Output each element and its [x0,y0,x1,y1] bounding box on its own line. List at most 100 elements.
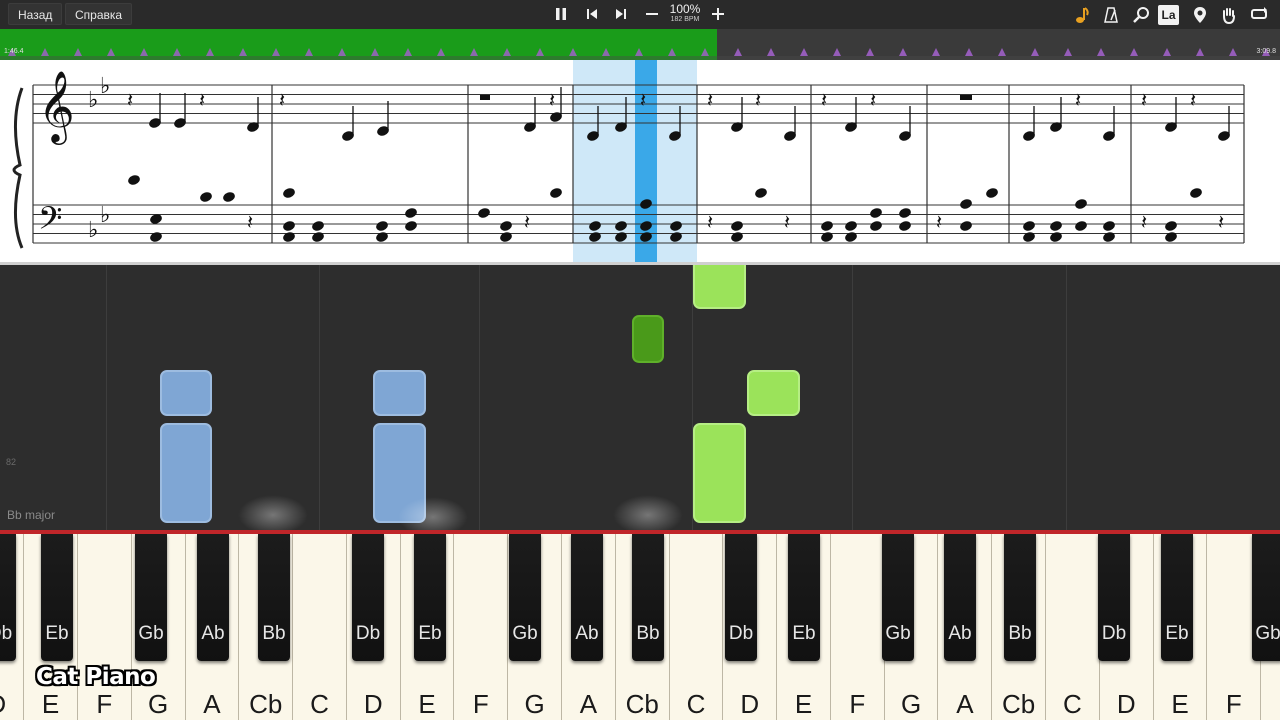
black-key[interactable]: Gb [509,534,541,661]
rest-symbol: 𝄽 [784,210,790,234]
white-key-label: F [849,689,866,719]
search-icon[interactable] [1130,4,1152,26]
timeline-marker [569,48,577,56]
timeline-marker [1163,48,1171,56]
black-key[interactable]: Bb [258,534,290,661]
tempo-decrease-icon[interactable] [641,4,663,26]
white-key[interactable]: F [77,534,132,720]
black-key[interactable]: Db [352,534,384,661]
note-head [1050,232,1062,242]
note-head [755,188,767,198]
black-key[interactable]: Db [725,534,757,661]
timeline-marker [437,48,445,56]
black-key[interactable]: Bb [632,534,664,661]
white-key-label: C [686,689,706,719]
rest-symbol: 𝄽 [870,88,876,112]
white-key-label: F [1225,689,1242,719]
white-key-label: Cb [1002,689,1036,719]
white-key-label: G [524,689,545,719]
black-key-label: Gb [885,623,911,644]
song-timeline[interactable]: 1:46.4 3:09.8 [0,29,1280,60]
note-head [821,232,833,242]
white-key[interactable]: F [454,534,509,720]
rest-symbol: 𝄽 [1218,210,1224,234]
black-key[interactable]: Eb [414,534,446,661]
note-head [150,232,162,242]
black-key[interactable]: Gb [135,534,167,661]
black-key[interactable]: Ab [197,534,229,661]
timeline-markers [0,48,1280,60]
back-button[interactable]: Назад [8,3,63,25]
skip-back-icon[interactable] [581,4,603,26]
music-note-icon[interactable] [1071,4,1093,26]
tempo-increase-icon[interactable] [707,4,729,26]
black-key[interactable]: Gb [882,534,914,661]
white-key[interactable]: F [830,534,885,720]
note-head [500,221,512,231]
timeline-marker [932,48,940,56]
skip-forward-icon[interactable] [610,4,632,26]
white-key[interactable]: C [669,534,724,720]
black-key[interactable]: Ab [944,534,976,661]
white-key-label: F [96,689,113,719]
white-key-label: C [1063,689,1082,719]
metronome-icon[interactable] [1100,4,1122,26]
key-press-glow [238,495,308,530]
loop-icon[interactable] [1248,4,1270,26]
black-key[interactable]: Bb [1004,534,1036,661]
timeline-marker [140,48,148,56]
location-pin-icon[interactable] [1189,4,1211,26]
black-key[interactable]: Eb [788,534,820,661]
piano-keyboard[interactable]: DEFGACbCDEFGACbCDEFGACbCDEFDbEbGbAbBbDbE… [0,530,1280,720]
timeline-marker [107,48,115,56]
timeline-marker [1196,48,1204,56]
pause-icon[interactable] [550,4,572,26]
bpm-label: 182 BPM [670,16,700,23]
black-key[interactable]: Db [0,534,16,661]
key-press-glow [398,497,468,530]
note-head [1050,221,1062,231]
note-head [960,199,972,209]
rest-symbol: 𝄽 [936,210,942,234]
white-key-label: G [148,689,169,719]
instrument-button[interactable]: La [1158,5,1179,25]
white-key-label: A [579,689,598,719]
white-key-label: E [794,689,813,719]
falling-note-right [693,423,746,523]
sheet-music[interactable]: 𝄞 𝄢 ♭ ♭ ♭ ♭ 𝄽 𝄽 𝄽 𝄽 𝄽 𝄽 𝄽 𝄽 𝄽 𝄽 𝄽 𝄽 𝄽 𝄽 𝄽 𝄽 𝄽 𝄽 𝄽 [0,60,1280,265]
help-button[interactable]: Справка [65,3,133,25]
black-key-label: Bb [636,623,660,644]
note-head [845,221,857,231]
rest-symbol: 𝄽 [707,210,713,234]
flat-sign: ♭ [100,203,110,228]
black-key-label: Db [0,623,13,644]
rest-symbol: 𝄽 [127,88,133,112]
white-key-label: D [740,689,760,719]
brand-watermark: Cat Piano [36,664,156,690]
note-head [845,232,857,242]
timeline-marker [965,48,973,56]
timeline-marker [41,48,49,56]
note-head [283,188,295,198]
timeline-marker [701,48,709,56]
black-key-label: Ab [201,623,225,644]
white-key-label: E [41,689,60,719]
black-key[interactable]: Eb [1161,534,1193,661]
hand-icon[interactable] [1218,4,1240,26]
timeline-marker [1229,48,1237,56]
white-key-label: G [900,689,922,719]
black-key[interactable]: Ab [571,534,603,661]
black-key[interactable]: Eb [41,534,73,661]
black-key[interactable]: Db [1098,534,1130,661]
timeline-marker [305,48,313,56]
key-press-glow [613,495,683,530]
note-head [731,221,743,231]
rest-symbol: 𝄽 [524,210,530,234]
whole-rest [960,95,972,100]
white-key[interactable]: C [293,534,347,720]
black-key[interactable]: Gb [1252,534,1280,661]
white-key[interactable]: C [1046,534,1100,720]
note-head [1103,221,1115,231]
falling-note-left [373,370,426,416]
timeline-marker [338,48,346,56]
